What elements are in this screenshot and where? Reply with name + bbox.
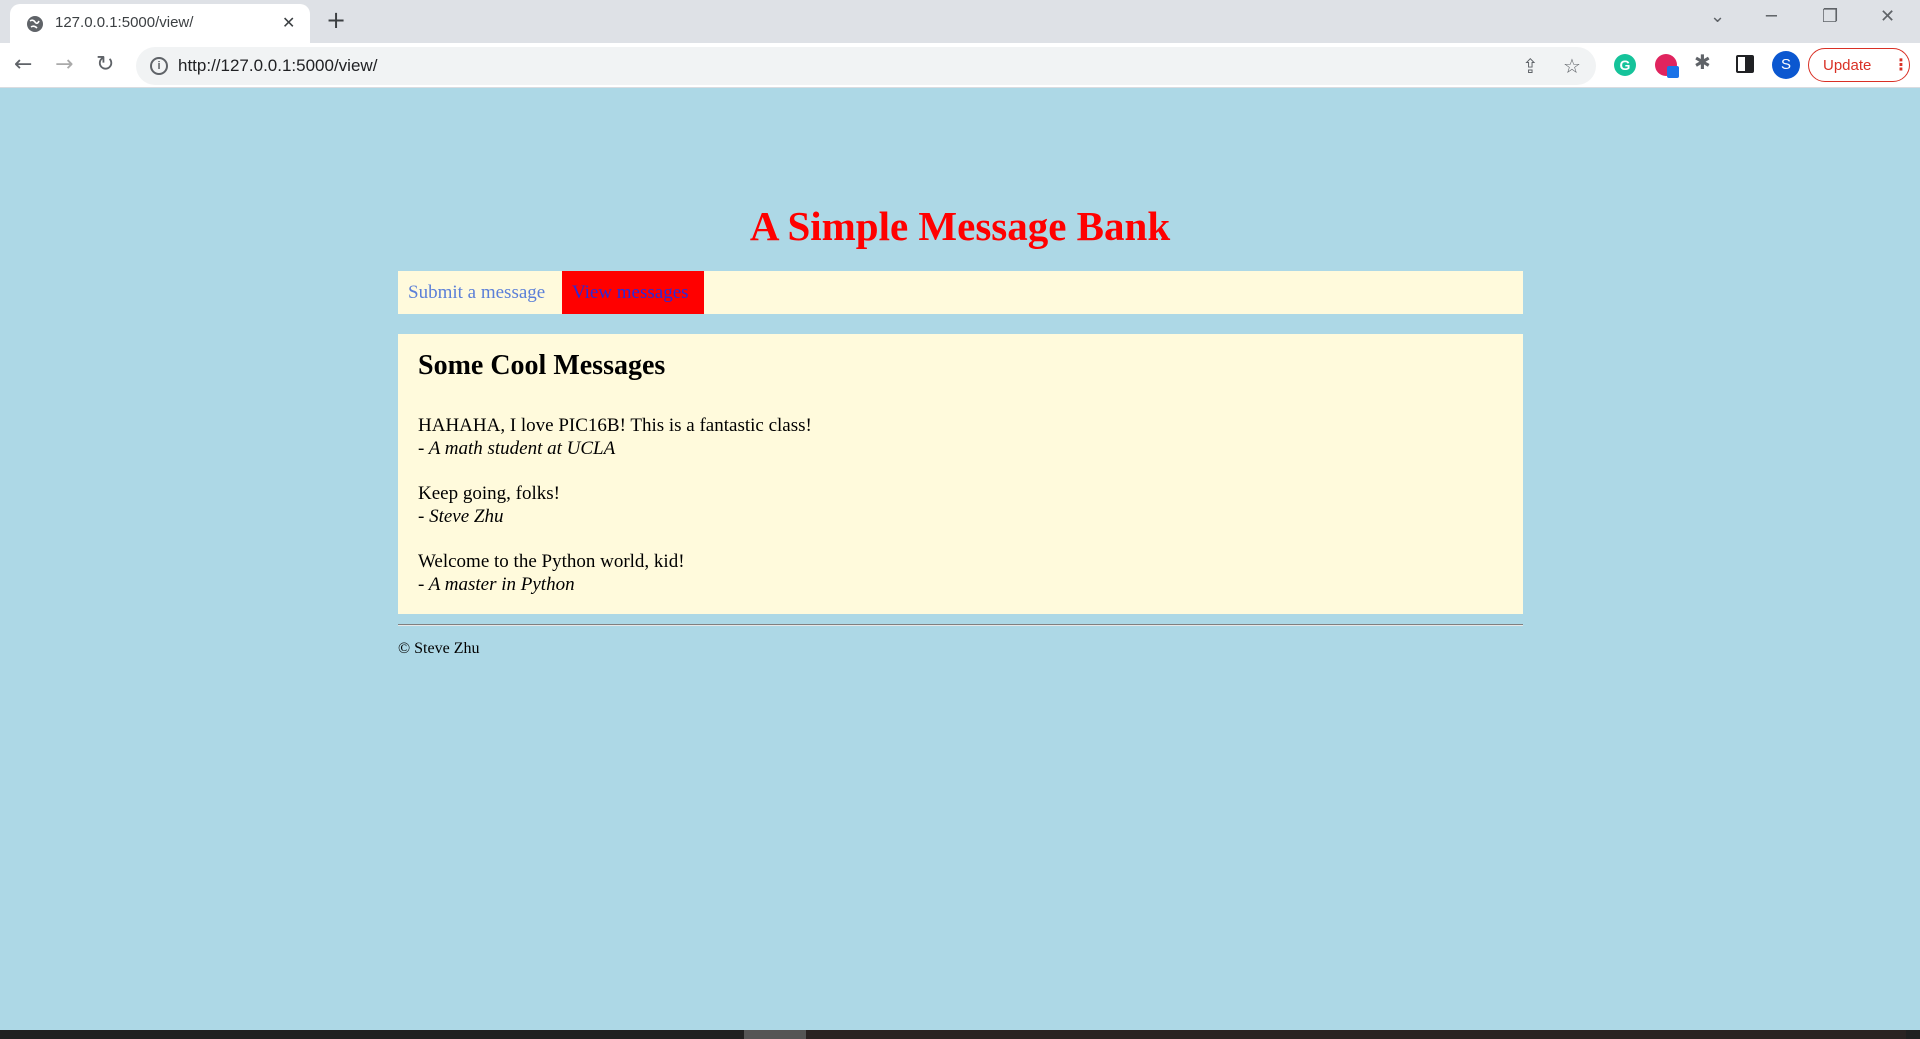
message-item: HAHAHA, I love PIC16B! This is a fantast… bbox=[418, 414, 1503, 460]
message-text: Keep going, folks! bbox=[418, 483, 560, 504]
browser-tab[interactable]: 127.0.0.1:5000/view/ ✕ bbox=[10, 4, 310, 43]
message-text: Welcome to the Python world, kid! bbox=[418, 551, 685, 572]
message-author: - A master in Python bbox=[418, 574, 575, 595]
nav-view-link[interactable]: View messages bbox=[562, 271, 704, 314]
footer-copyright: © Steve Zhu bbox=[398, 640, 480, 657]
os-taskbar bbox=[0, 1030, 1920, 1039]
minimize-button[interactable]: ─ bbox=[1766, 6, 1777, 27]
close-window-button[interactable]: ✕ bbox=[1880, 6, 1895, 27]
tab-close-icon[interactable]: ✕ bbox=[282, 13, 295, 32]
profile-avatar[interactable]: S bbox=[1772, 51, 1800, 79]
messages-section: Some Cool Messages HAHAHA, I love PIC16B… bbox=[398, 334, 1523, 614]
side-panel-icon[interactable] bbox=[1736, 55, 1754, 73]
browser-toolbar: ← → ↻ i http://127.0.0.1:5000/view/ ⇪ ☆ … bbox=[0, 43, 1920, 88]
message-text: HAHAHA, I love PIC16B! This is a fantast… bbox=[418, 415, 812, 436]
message-author: - Steve Zhu bbox=[418, 506, 504, 527]
address-bar[interactable]: i http://127.0.0.1:5000/view/ ⇪ ☆ bbox=[136, 47, 1596, 85]
new-tab-button[interactable]: + bbox=[326, 6, 346, 34]
nav-submit-link[interactable]: Submit a message bbox=[398, 271, 555, 314]
share-icon[interactable]: ⇪ bbox=[1522, 54, 1539, 78]
bookmark-star-icon[interactable]: ☆ bbox=[1563, 54, 1581, 78]
taskbar-item[interactable] bbox=[744, 1030, 806, 1039]
update-button[interactable]: Update ⋮ bbox=[1808, 48, 1910, 82]
tab-title: 127.0.0.1:5000/view/ bbox=[55, 14, 194, 31]
extension-icon[interactable] bbox=[1655, 54, 1679, 78]
taskbar-item[interactable] bbox=[806, 1030, 1906, 1039]
tab-search-icon[interactable]: ⌄ bbox=[1710, 6, 1725, 27]
back-button[interactable]: ← bbox=[14, 52, 32, 77]
browser-tab-bar: 127.0.0.1:5000/view/ ✕ + ⌄ ─ ❐ ✕ bbox=[0, 0, 1920, 43]
globe-icon bbox=[27, 16, 43, 32]
menu-dots-icon[interactable]: ⋮ bbox=[1893, 55, 1909, 74]
footer-divider bbox=[398, 624, 1523, 626]
message-item: Welcome to the Python world, kid! - A ma… bbox=[418, 550, 1503, 596]
update-label: Update bbox=[1823, 57, 1872, 74]
message-list: HAHAHA, I love PIC16B! This is a fantast… bbox=[418, 414, 1503, 596]
site-info-icon[interactable]: i bbox=[150, 57, 168, 75]
forward-button[interactable]: → bbox=[55, 52, 73, 77]
page-title: A Simple Message Bank bbox=[749, 203, 1171, 249]
message-item: Keep going, folks! - Steve Zhu bbox=[418, 482, 1503, 528]
messages-heading: Some Cool Messages bbox=[418, 350, 666, 381]
extensions-puzzle-icon[interactable]: ✱ bbox=[1694, 50, 1711, 74]
site-nav: Submit a message View messages bbox=[398, 271, 1523, 314]
restore-button[interactable]: ❐ bbox=[1822, 6, 1838, 27]
reload-button[interactable]: ↻ bbox=[96, 52, 114, 77]
message-author: - A math student at UCLA bbox=[418, 438, 616, 459]
grammarly-extension-icon[interactable]: G bbox=[1614, 54, 1636, 76]
url-text[interactable]: http://127.0.0.1:5000/view/ bbox=[178, 56, 377, 76]
